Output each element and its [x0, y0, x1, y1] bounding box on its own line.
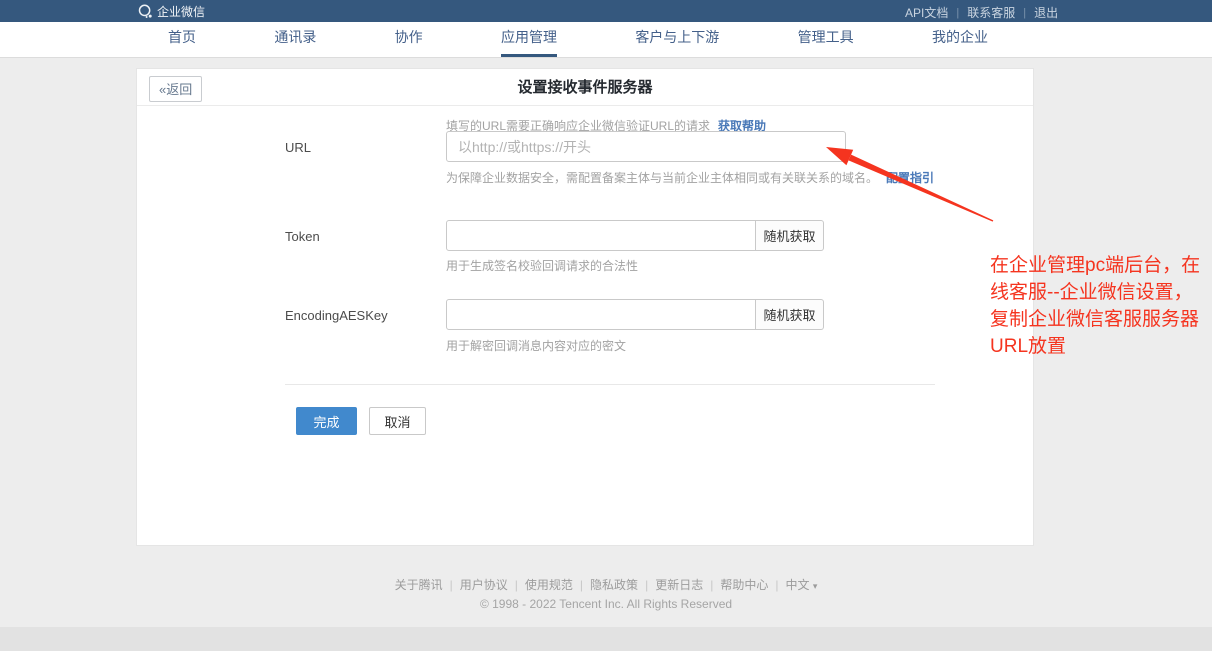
aeskey-input[interactable]: [446, 299, 756, 330]
nav-tab-home[interactable]: 首页: [168, 22, 196, 57]
bottom-strip: [0, 627, 1212, 651]
separator: |: [645, 578, 648, 592]
chat-bubble-icon: [138, 4, 153, 19]
api-docs-link[interactable]: API文档: [905, 4, 948, 21]
aeskey-hint: 用于解密回调消息内容对应的密文: [446, 337, 626, 354]
cancel-button[interactable]: 取消: [369, 407, 426, 435]
token-input[interactable]: [446, 220, 756, 251]
footer-user-agreement[interactable]: 用户协议: [460, 578, 508, 592]
annotation-note: 在企业管理pc端后台，在 线客服--企业微信设置， 复制企业微信客服服务器 UR…: [990, 252, 1212, 360]
nav-tab-contacts[interactable]: 通讯录: [274, 22, 316, 57]
nav-items: 首页 通讯录 协作 应用管理 客户与上下游 管理工具 我的企业: [168, 22, 988, 57]
logout-link[interactable]: 退出: [1034, 4, 1058, 21]
footer-usage-rules[interactable]: 使用规范: [525, 578, 573, 592]
annotation-line: URL放置: [990, 333, 1212, 360]
form-divider: [285, 384, 935, 385]
aeskey-input-group: 随机获取: [446, 299, 824, 330]
separator: |: [710, 578, 713, 592]
separator: |: [450, 578, 453, 592]
url-field-label: URL: [285, 140, 311, 155]
separator: |: [1023, 7, 1026, 19]
footer-links: 关于腾讯 | 用户协议 | 使用规范 | 隐私政策 | 更新日志 | 帮助中心 | 中文 ▾: [0, 576, 1212, 593]
token-input-group: 随机获取: [446, 220, 824, 251]
red-arrow-icon: [812, 136, 1007, 231]
submit-button[interactable]: 完成: [296, 407, 357, 435]
wecom-logo[interactable]: 企业微信: [138, 3, 205, 19]
token-field-label: Token: [285, 229, 320, 244]
aeskey-field-label: EncodingAESKey: [285, 308, 388, 323]
main-nav: 首页 通讯录 协作 应用管理 客户与上下游 管理工具 我的企业: [0, 22, 1212, 58]
back-button[interactable]: «返回: [149, 76, 202, 102]
chevron-down-icon: ▾: [813, 581, 818, 591]
footer-changelog[interactable]: 更新日志: [655, 578, 703, 592]
top-bar: 企业微信 API文档 | 联系客服 | 退出: [0, 0, 1212, 22]
nav-tab-customers[interactable]: 客户与上下游: [635, 22, 719, 57]
nav-tab-app-management[interactable]: 应用管理: [501, 22, 557, 57]
separator: |: [580, 578, 583, 592]
page-title: 设置接收事件服务器: [137, 69, 1033, 106]
copyright-text: © 1998 - 2022 Tencent Inc. All Rights Re…: [0, 597, 1212, 611]
aeskey-random-button[interactable]: 随机获取: [756, 299, 824, 330]
nav-tab-admin-tools[interactable]: 管理工具: [798, 22, 854, 57]
contact-support-link[interactable]: 联系客服: [967, 4, 1015, 21]
footer-help-center[interactable]: 帮助中心: [720, 578, 768, 592]
footer-privacy-policy[interactable]: 隐私政策: [590, 578, 638, 592]
token-hint: 用于生成签名校验回调请求的合法性: [446, 257, 638, 274]
topbar-links: API文档 | 联系客服 | 退出: [905, 4, 1058, 21]
separator: |: [956, 7, 959, 19]
nav-tab-collaboration[interactable]: 协作: [395, 22, 423, 57]
card-header: «返回 设置接收事件服务器: [137, 69, 1033, 106]
language-selector[interactable]: 中文 ▾: [785, 578, 817, 592]
logo-text: 企业微信: [157, 3, 205, 20]
separator: |: [515, 578, 518, 592]
nav-tab-my-company[interactable]: 我的企业: [932, 22, 988, 57]
annotation-line: 在企业管理pc端后台，在: [990, 252, 1212, 279]
footer-about-tencent[interactable]: 关于腾讯: [395, 578, 443, 592]
separator: |: [775, 578, 778, 592]
annotation-line: 线客服--企业微信设置，: [990, 279, 1212, 306]
url-input[interactable]: [446, 131, 846, 162]
annotation-line: 复制企业微信客服服务器: [990, 306, 1212, 333]
